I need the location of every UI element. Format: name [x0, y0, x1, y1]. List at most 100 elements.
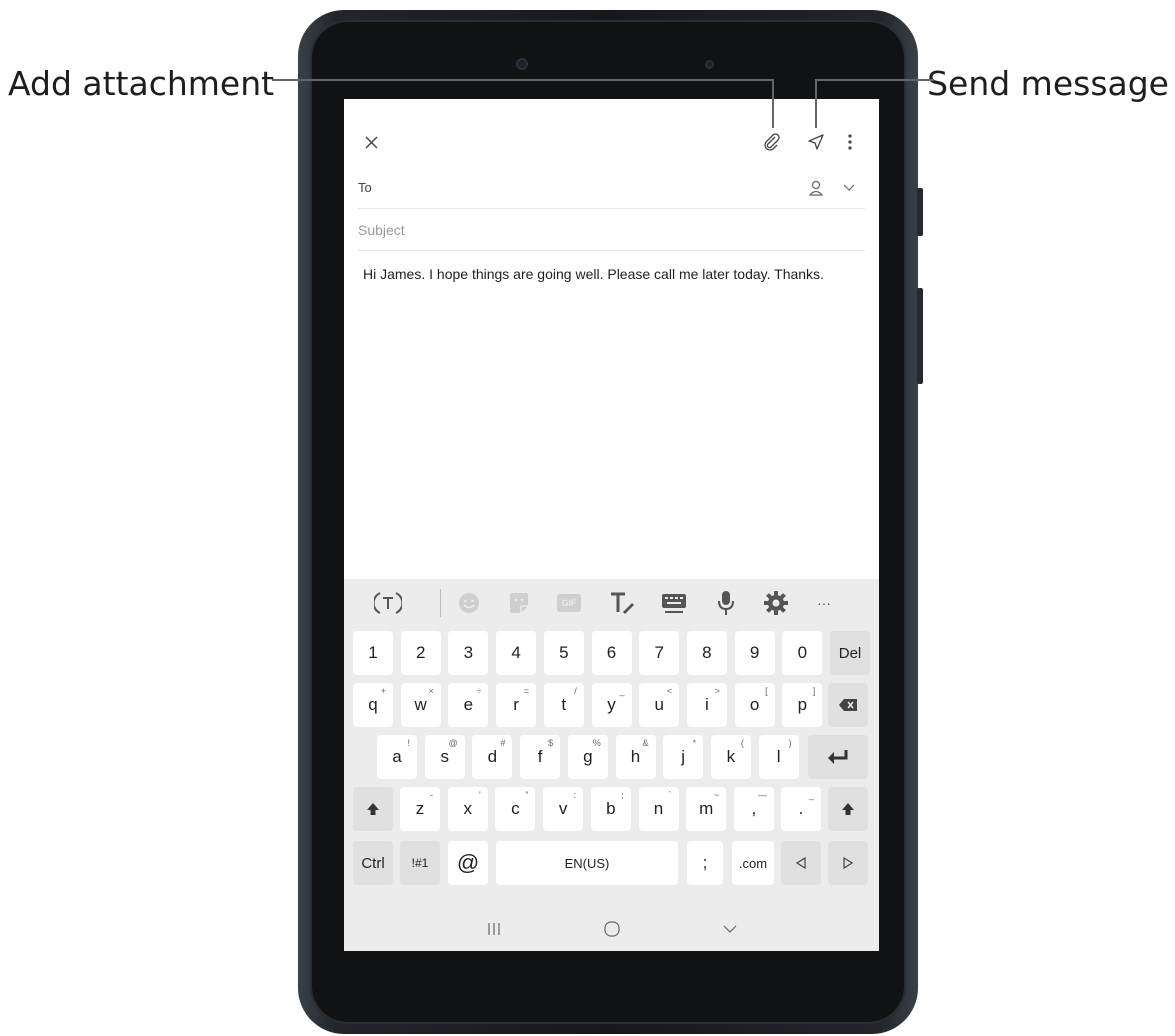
key-d[interactable]: d # — [472, 735, 513, 779]
key-u[interactable]: u < — [639, 683, 680, 727]
key-secondary-label: ` — [668, 790, 672, 800]
key-label: e — [463, 695, 474, 714]
key-secondary-label: ÷ — [476, 686, 482, 696]
key-o[interactable]: o[ — [734, 683, 775, 727]
key-0[interactable]: 0 — [782, 631, 823, 675]
settings-icon[interactable] — [758, 579, 794, 627]
key-label: w — [414, 695, 427, 714]
key-label: 6 — [606, 643, 617, 662]
key-secondary-label: ( — [740, 738, 744, 748]
key-label: o — [749, 695, 760, 714]
send-icon[interactable] — [801, 124, 831, 160]
key-y[interactable]: y _ — [591, 683, 632, 727]
chevron-down-icon[interactable] — [839, 177, 859, 199]
key-6[interactable]: 6 — [591, 631, 632, 675]
key-secondary-label: — — [757, 790, 767, 800]
dotcom-key[interactable]: .com — [732, 841, 774, 885]
subject-placeholder: Subject — [358, 221, 405, 238]
key-b[interactable]: b; — [590, 787, 631, 831]
key-s[interactable]: s @ — [424, 735, 465, 779]
key-4[interactable]: 4 — [496, 631, 537, 675]
shift-key-left[interactable] — [353, 787, 393, 831]
key-q[interactable]: q + — [353, 683, 393, 727]
cursor-left-key[interactable] — [781, 841, 821, 885]
delete-key[interactable]: Del — [830, 631, 870, 675]
key-j[interactable]: j * — [663, 735, 704, 779]
enter-key[interactable] — [808, 735, 868, 779]
key-secondary-label: % — [592, 738, 601, 748]
key-r[interactable]: r = — [496, 683, 537, 727]
more-horizontal-icon[interactable]: ··· — [806, 579, 842, 627]
key-8[interactable]: 8 — [686, 631, 727, 675]
paperclip-icon[interactable] — [757, 124, 787, 160]
key-secondary-label: " — [525, 790, 529, 800]
key-t[interactable]: t / — [543, 683, 584, 727]
key-label: 1 — [368, 643, 378, 662]
backspace-key[interactable] — [828, 683, 868, 727]
key-c[interactable]: c " — [495, 787, 536, 831]
key-h[interactable]: h & — [615, 735, 656, 779]
microphone-icon[interactable] — [708, 579, 744, 627]
key-secondary-label: = — [523, 686, 530, 696]
key-7[interactable]: 7 — [639, 631, 680, 675]
key-period[interactable]: . _ — [781, 787, 821, 831]
at-key[interactable]: @ — [448, 841, 488, 885]
key-label: d — [487, 747, 498, 766]
key-i[interactable]: i > — [686, 683, 727, 727]
key-label: z — [415, 799, 425, 818]
symbols-key[interactable]: !#1 — [400, 841, 440, 885]
key-f[interactable]: f $ — [520, 735, 561, 779]
back-chevron-icon[interactable] — [710, 907, 750, 951]
key-1[interactable]: 1 — [353, 631, 393, 675]
cursor-right-key[interactable] — [828, 841, 868, 885]
semicolon-key[interactable]: ; — [687, 841, 723, 885]
key-k[interactable]: k( — [710, 735, 751, 779]
space-key[interactable]: EN(US) — [496, 841, 678, 885]
key-l[interactable]: l) — [758, 735, 799, 779]
key-v[interactable]: v: — [543, 787, 584, 831]
sticker-icon[interactable] — [501, 579, 537, 627]
key-m[interactable]: m ~ — [686, 787, 727, 831]
key-z[interactable]: z- — [400, 787, 440, 831]
translate-icon[interactable] — [368, 579, 408, 627]
more-vertical-icon[interactable] — [838, 124, 862, 160]
close-icon[interactable] — [356, 124, 386, 160]
arrow-left-icon — [796, 857, 806, 869]
ctrl-key[interactable]: Ctrl — [353, 841, 393, 885]
message-body[interactable]: Hi James. I hope things are going well. … — [363, 265, 860, 283]
gif-icon[interactable]: GIF — [551, 579, 587, 627]
key-w[interactable]: w × — [400, 683, 441, 727]
key-x[interactable]: x ' — [447, 787, 488, 831]
shift-key-right[interactable] — [828, 787, 868, 831]
subject-field[interactable]: Subject — [358, 209, 865, 251]
recents-icon[interactable] — [474, 907, 514, 951]
key-p[interactable]: p] — [782, 683, 823, 727]
key-9[interactable]: 9 — [734, 631, 775, 675]
keyboard-icon[interactable] — [656, 579, 692, 627]
key-secondary-label: & — [642, 738, 649, 748]
key-secondary-label: ] — [812, 686, 816, 696]
key-label: s — [440, 747, 449, 766]
key-label: h — [630, 747, 641, 766]
handwriting-icon[interactable] — [604, 579, 640, 627]
emoji-icon[interactable] — [451, 579, 487, 627]
key-n[interactable]: n ` — [638, 787, 679, 831]
key-3[interactable]: 3 — [448, 631, 489, 675]
key-label: q — [368, 695, 378, 714]
key-label: 8 — [702, 643, 712, 662]
key-e[interactable]: e ÷ — [448, 683, 489, 727]
toolbar-divider — [440, 589, 441, 617]
key-label: i — [705, 695, 709, 714]
key-label: y — [607, 695, 616, 714]
key-label: m — [699, 799, 714, 818]
key-g[interactable]: g% — [567, 735, 608, 779]
to-field[interactable]: To — [358, 167, 865, 209]
home-icon[interactable] — [592, 907, 632, 951]
key-5[interactable]: 5 — [543, 631, 584, 675]
key-comma[interactable]: , — — [733, 787, 774, 831]
key-label: 5 — [559, 643, 569, 662]
key-2[interactable]: 2 — [400, 631, 441, 675]
key-a[interactable]: a! — [377, 735, 417, 779]
key-label: k — [726, 747, 736, 766]
person-icon[interactable] — [806, 177, 826, 199]
